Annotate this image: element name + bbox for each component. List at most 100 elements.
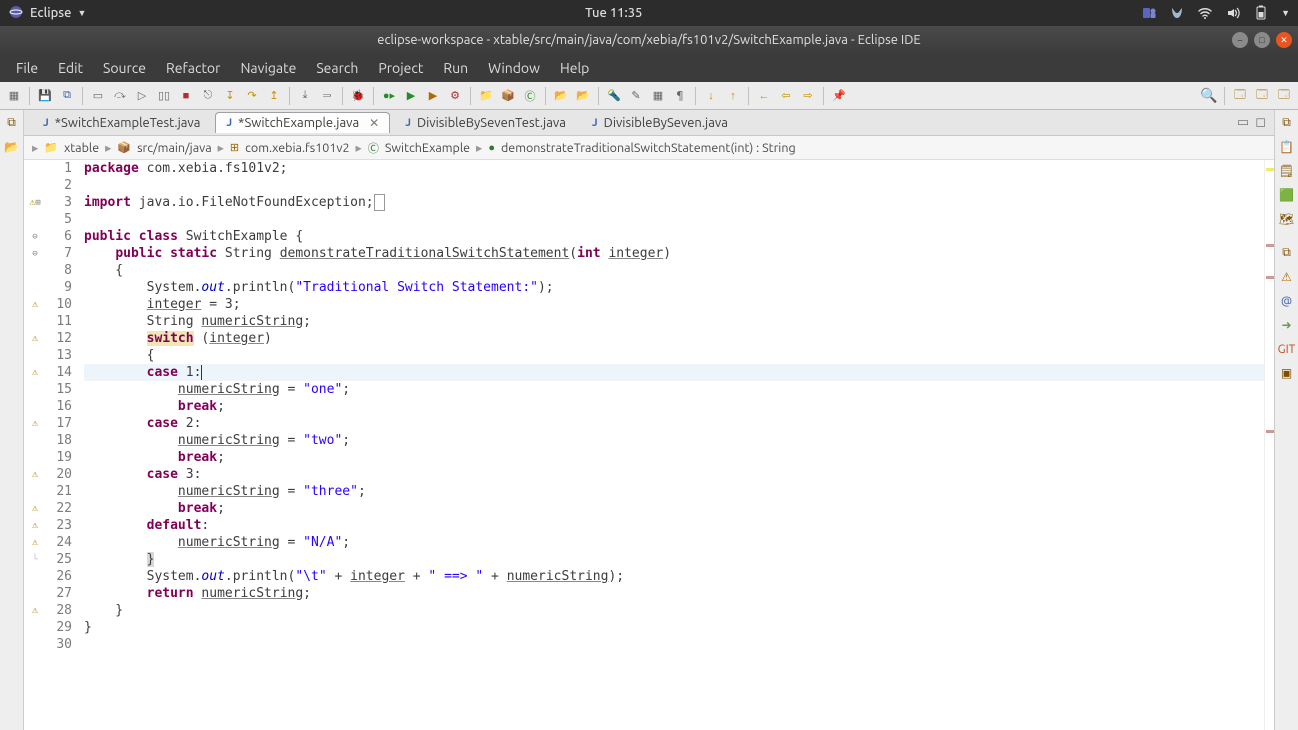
close-tab-icon[interactable]: ✕	[365, 116, 379, 130]
search-button[interactable]: 🔦	[604, 86, 624, 106]
quick-access-search-icon[interactable]: 🔍	[1199, 86, 1219, 106]
system-menu-chevron-icon[interactable]: ▼	[1281, 8, 1290, 18]
java-file-icon: J	[592, 117, 598, 129]
new-package-button[interactable]: 📦	[498, 86, 518, 106]
tab-label: *SwitchExampleTest.java	[55, 116, 201, 130]
java-file-icon: J	[226, 117, 232, 129]
breadcrumb-package[interactable]: com.xebia.fs101v2	[245, 141, 349, 155]
menu-search[interactable]: Search	[306, 56, 368, 80]
pin-editor-button[interactable]: 📌	[829, 86, 849, 106]
minimap-icon[interactable]: 🗺	[1278, 210, 1296, 228]
run-last-button[interactable]: ▶	[423, 86, 443, 106]
prev-annotation-button[interactable]: ↑	[723, 86, 743, 106]
show-whitespace-button[interactable]: ¶	[670, 86, 690, 106]
overview-ruler[interactable]	[1264, 160, 1274, 730]
suspend-button[interactable]: ▯▯	[154, 86, 174, 106]
chevron-right-icon: ▸	[476, 140, 482, 155]
resume-button[interactable]: ▷	[132, 86, 152, 106]
toggle-block-selection-button[interactable]: ▦	[648, 86, 668, 106]
problems-icon[interactable]: ⚠	[1278, 268, 1296, 286]
separator	[598, 87, 599, 105]
app-menu-chevron-icon[interactable]: ▼	[77, 8, 86, 18]
window-close-button[interactable]: ✕	[1276, 32, 1292, 48]
save-button[interactable]: 💾	[35, 86, 55, 106]
next-annotation-button[interactable]: ↓	[701, 86, 721, 106]
menu-window[interactable]: Window	[478, 56, 550, 80]
step-into-button[interactable]: ↧	[220, 86, 240, 106]
tab-switchexampletest[interactable]: J *SwitchExampleTest.java	[32, 112, 211, 133]
menu-run[interactable]: Run	[433, 56, 478, 80]
tab-divisiblebyseventest[interactable]: J DivisibleBySevenTest.java	[394, 112, 577, 133]
skip-breakpoints-button[interactable]: ⤼	[110, 86, 130, 106]
menu-source[interactable]: Source	[93, 56, 156, 80]
system-app-name[interactable]: Eclipse	[30, 6, 71, 20]
use-step-filters-button[interactable]: ⥰	[317, 86, 337, 106]
save-all-button[interactable]: ⧉	[57, 86, 77, 106]
open-type-button[interactable]: 📂	[551, 86, 571, 106]
console-icon[interactable]: ▣	[1278, 364, 1296, 382]
open-perspective-button[interactable]: 🗔	[1230, 86, 1250, 106]
menu-navigate[interactable]: Navigate	[230, 56, 306, 80]
tab-switchexample[interactable]: J *SwitchExample.java ✕	[215, 112, 390, 133]
coverage-view-icon[interactable]: 🟩	[1278, 186, 1296, 204]
separator	[470, 87, 471, 105]
git-icon[interactable]: GIT	[1278, 340, 1296, 358]
menu-edit[interactable]: Edit	[48, 56, 93, 80]
terminate-button[interactable]: ■	[176, 86, 196, 106]
menu-help[interactable]: Help	[550, 56, 599, 80]
mark-occurrences-button[interactable]: ✎	[626, 86, 646, 106]
separator	[29, 87, 30, 105]
last-edit-location-button[interactable]: ←	[754, 86, 774, 106]
toggle-breadcrumb-button[interactable]: ▭	[88, 86, 108, 106]
breadcrumb-source-folder[interactable]: src/main/java	[137, 141, 212, 155]
package-explorer-icon[interactable]: 📂	[3, 138, 21, 156]
new-java-project-button[interactable]: 📁	[476, 86, 496, 106]
task-list-icon[interactable]: 📋	[1278, 138, 1296, 156]
breadcrumb-tree-toggle-icon[interactable]: ▸	[32, 140, 38, 155]
line-number-gutter: 1235678910111213141516171819202122232425…	[46, 160, 80, 730]
minimize-view-icon[interactable]: ▭	[1237, 115, 1249, 130]
restore-view-icon-2[interactable]: ⧉	[1278, 244, 1296, 262]
menu-project[interactable]: Project	[368, 56, 433, 80]
step-return-button[interactable]: ↥	[264, 86, 284, 106]
java-perspective-button[interactable]: 🗔	[1252, 86, 1272, 106]
code-content[interactable]: package com.xebia.fs101v2;import java.io…	[80, 160, 1264, 730]
code-editor[interactable]: ⚠⊞⊖⊖⚠⚠⚠⚠⚠⚠⚠⚠└⚠ 1235678910111213141516171…	[24, 160, 1274, 730]
back-button[interactable]: ⇦	[776, 86, 796, 106]
outline-icon[interactable]: 🗒	[1278, 162, 1296, 180]
coverage-button[interactable]: ▶	[401, 86, 421, 106]
wifi-icon[interactable]	[1197, 5, 1213, 21]
drop-to-frame-button[interactable]: ⤓	[295, 86, 315, 106]
window-maximize-button[interactable]: □	[1254, 32, 1270, 48]
new-button[interactable]: ▦	[4, 86, 24, 106]
menu-refactor[interactable]: Refactor	[156, 56, 230, 80]
run-button[interactable]: ●▸	[379, 86, 399, 106]
debug-perspective-button[interactable]: 🗔	[1274, 86, 1294, 106]
open-task-button[interactable]: 📂	[573, 86, 593, 106]
restore-view-icon[interactable]: ⧉	[1278, 114, 1296, 132]
disconnect-button[interactable]: ⎋	[198, 86, 218, 106]
tab-divisiblebyseven[interactable]: J DivisibleBySeven.java	[581, 112, 739, 133]
breadcrumb-method[interactable]: demonstrateTraditionalSwitchStatement(in…	[501, 141, 796, 155]
method-icon: ●	[488, 142, 495, 154]
breadcrumb-class[interactable]: SwitchExample	[385, 141, 470, 155]
restore-view-icon[interactable]: ⧉	[3, 114, 21, 132]
postgres-tray-icon[interactable]	[1169, 5, 1185, 21]
window-minimize-button[interactable]: –	[1232, 32, 1248, 48]
new-class-button[interactable]: Ⓒ	[520, 86, 540, 106]
teams-tray-icon[interactable]	[1141, 5, 1157, 21]
menu-file[interactable]: File	[6, 56, 48, 80]
javadoc-icon[interactable]: @	[1278, 292, 1296, 310]
breadcrumb-project[interactable]: xtable	[64, 141, 99, 155]
step-over-button[interactable]: ↷	[242, 86, 262, 106]
volume-icon[interactable]	[1225, 5, 1241, 21]
debug-button[interactable]: 🐞	[348, 86, 368, 106]
maximize-view-icon[interactable]: ◻	[1255, 115, 1266, 130]
forward-button[interactable]: ⇨	[798, 86, 818, 106]
battery-icon[interactable]	[1253, 5, 1269, 21]
separator	[342, 87, 343, 105]
system-clock[interactable]: Tue 11:35	[86, 6, 1141, 20]
declaration-icon[interactable]: ➜	[1278, 316, 1296, 334]
breadcrumb[interactable]: ▸ 📁 xtable ▸ 📦 src/main/java ▸ ⊞ com.xeb…	[24, 136, 1274, 160]
external-tools-button[interactable]: ⚙	[445, 86, 465, 106]
